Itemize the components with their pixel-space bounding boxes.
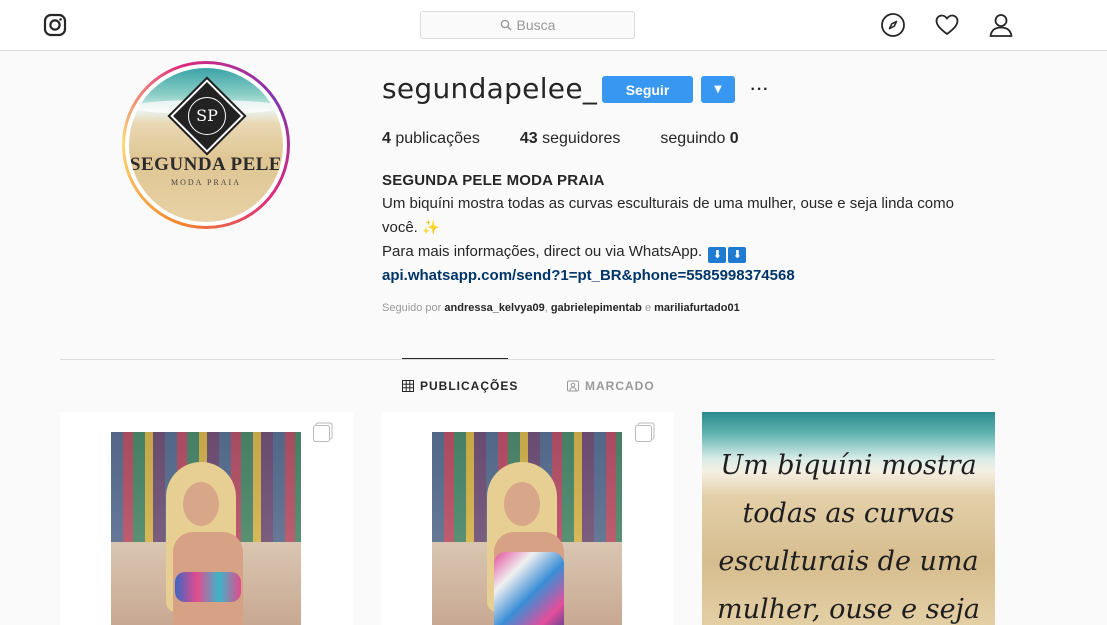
tagged-photo-icon [567, 380, 579, 392]
sparkles-emoji-icon: ✨ [422, 219, 440, 235]
profile-stats: 4 publicações 43 seguidores seguindo 0 [382, 130, 779, 148]
photo-face [183, 482, 219, 526]
bio-line-2-text: você. [382, 219, 423, 236]
top-navigation-bar: Busca [0, 0, 1107, 51]
tab-tagged-label: MARCADO [585, 379, 655, 393]
avatar-brand-tagline: MODA PRAIA [170, 178, 241, 187]
suggestions-dropdown-button[interactable]: ▼ [701, 76, 735, 103]
profile-avatar-ring[interactable]: SP SEGUNDA PELE MODA PRAIA [122, 61, 290, 229]
followers-stat[interactable]: 43 seguidores [520, 130, 621, 148]
active-tab-indicator [402, 358, 508, 359]
search-input[interactable]: Busca [420, 11, 635, 39]
avatar-gap: SP SEGUNDA PELE MODA PRAIA [125, 64, 287, 226]
posts-count: 4 [382, 130, 391, 147]
post-photo [432, 432, 622, 625]
grid-icon [402, 380, 414, 392]
following-count: 0 [729, 130, 739, 147]
photo-swimsuit [494, 552, 564, 625]
profile-username: segundapelee_ [382, 72, 598, 105]
more-options-icon[interactable]: ··· [750, 76, 770, 103]
avatar: SP SEGUNDA PELE MODA PRAIA [129, 68, 283, 222]
separator: e [641, 302, 655, 314]
post-thumbnail[interactable]: Um biquíni mostra todas as curvas escult… [702, 412, 995, 625]
avatar-brand-name: SEGUNDA PELE [129, 154, 283, 175]
explore-compass-icon[interactable] [880, 12, 906, 38]
profile-user-icon[interactable] [988, 12, 1014, 38]
followed-by-text: Seguido por andressa_kelvya09, gabrielep… [382, 302, 740, 314]
posts-label: publicações [395, 130, 480, 147]
activity-heart-icon[interactable] [934, 12, 960, 38]
post-thumbnail[interactable] [60, 412, 353, 625]
carousel-icon [313, 422, 333, 442]
tab-tagged[interactable]: MARCADO [567, 379, 655, 393]
bio-website-link[interactable]: api.whatsapp.com/send?1=pt_BR&phone=5585… [382, 267, 795, 284]
down-arrow-emoji-icon: ⬇ [728, 247, 747, 263]
search-icon [500, 19, 512, 31]
instagram-logo-icon[interactable] [43, 13, 67, 37]
search-placeholder: Busca [516, 17, 556, 33]
posts-stat: 4 publicações [382, 130, 480, 148]
bio-line-1: Um biquíni mostra todas as curvas escult… [382, 195, 954, 212]
carousel-icon [635, 422, 655, 442]
photo-face [504, 482, 540, 526]
followers-label: seguidores [542, 130, 621, 147]
tab-posts[interactable]: PUBLICAÇÕES [402, 379, 518, 393]
follower-link[interactable]: gabrielepimentab [551, 302, 642, 314]
follower-link[interactable]: andressa_kelvya09 [444, 302, 544, 314]
following-stat[interactable]: seguindo 0 [660, 130, 738, 148]
following-label: seguindo [660, 130, 726, 147]
post-thumbnail[interactable] [381, 412, 674, 625]
sp-monogram: SP [188, 97, 226, 135]
bio-line-3-text: Para mais informações, direct ou via Wha… [382, 243, 707, 260]
post-quote-text: Um biquíni mostra todas as curvas escult… [716, 450, 981, 625]
bio-line-3: Para mais informações, direct ou via Wha… [382, 243, 747, 263]
tabs-divider [60, 359, 995, 360]
bio-full-name: SEGUNDA PELE MODA PRAIA [382, 172, 605, 189]
followers-count: 43 [519, 130, 538, 147]
follow-button[interactable]: Seguir [602, 76, 693, 103]
follower-link[interactable]: mariliafurtado01 [654, 302, 740, 314]
bio-line-2: você. ✨ [382, 219, 439, 236]
down-arrow-emoji-icon: ⬇ [708, 247, 727, 263]
tab-posts-label: PUBLICAÇÕES [420, 379, 519, 393]
followed-by-prefix: Seguido por [382, 302, 445, 314]
post-photo [111, 432, 301, 625]
photo-bikini [175, 572, 241, 602]
